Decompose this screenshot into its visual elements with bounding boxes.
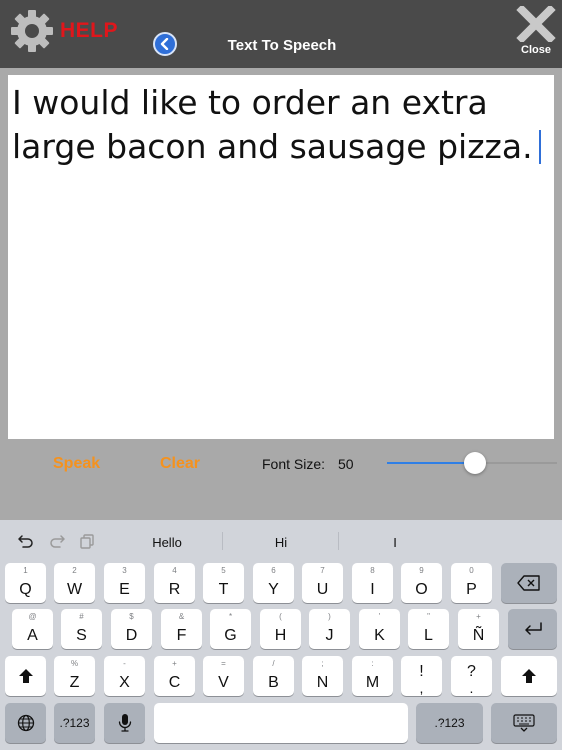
return-key[interactable] xyxy=(508,609,557,649)
app-header: HELP Text To Speech Close xyxy=(0,0,562,68)
key-d[interactable]: $ D xyxy=(111,609,152,649)
key-j[interactable]: ) J xyxy=(309,609,350,649)
suggestion-item[interactable]: Hi xyxy=(241,535,321,550)
key-o[interactable]: 9O xyxy=(401,563,442,603)
suggestion-item[interactable]: I xyxy=(355,535,435,550)
suggestion-divider xyxy=(222,532,223,550)
key-h[interactable]: (H xyxy=(260,609,301,649)
key-c[interactable]: + C xyxy=(154,656,195,696)
suggestion-divider xyxy=(338,532,339,550)
clear-button[interactable]: Clear xyxy=(160,455,200,473)
key-t[interactable]: 5T xyxy=(203,563,244,603)
key-z[interactable]: % Z xyxy=(54,656,95,696)
key-p[interactable]: 0P xyxy=(451,563,492,603)
redo-icon[interactable] xyxy=(48,532,66,550)
key-v[interactable]: = V xyxy=(203,656,244,696)
key-q[interactable]: 1Q xyxy=(5,563,46,603)
suggestion-bar: Hello Hi I xyxy=(0,520,562,560)
back-button[interactable] xyxy=(153,32,177,56)
backspace-icon xyxy=(501,563,557,603)
font-size-slider-track[interactable] xyxy=(475,462,557,464)
font-size-slider-thumb[interactable] xyxy=(464,452,487,474)
key-u[interactable]: 7U xyxy=(302,563,343,603)
text-editor[interactable]: I would like to order an extra large bac… xyxy=(8,75,554,439)
key-k[interactable]: ' K xyxy=(359,609,400,649)
shift-icon xyxy=(5,656,46,696)
key-m[interactable]: :M xyxy=(352,656,393,696)
key-n-tilde[interactable]: + Ñ xyxy=(458,609,499,649)
key-w[interactable]: 2W xyxy=(54,563,95,603)
close-button[interactable]: Close xyxy=(514,6,558,62)
page-title: Text To Speech xyxy=(227,37,337,54)
speak-button[interactable]: Speak xyxy=(53,455,100,473)
font-size-slider-filled[interactable] xyxy=(387,462,476,464)
key-y[interactable]: 6Y xyxy=(253,563,294,603)
globe-key[interactable] xyxy=(5,703,46,743)
shift-key-left[interactable] xyxy=(5,656,46,696)
hide-keyboard-key[interactable] xyxy=(491,703,557,743)
return-icon xyxy=(508,609,557,649)
x-icon xyxy=(516,6,556,42)
key-e[interactable]: 3E xyxy=(104,563,145,603)
keyboard-hide-icon xyxy=(491,703,557,743)
key-f[interactable]: & F xyxy=(161,609,202,649)
key-x[interactable]: -X xyxy=(104,656,145,696)
key-b[interactable]: / B xyxy=(253,656,294,696)
editor-text: I would like to order an extra large bac… xyxy=(12,83,533,166)
text-caret xyxy=(538,130,541,164)
on-screen-keyboard: Hello Hi I 1Q 2W 3E 4R 5T 6Y 7U 8I 9O 0P… xyxy=(0,520,562,750)
key-a[interactable]: @ A xyxy=(12,609,53,649)
suggestion-item[interactable]: Hello xyxy=(127,535,207,550)
shift-key-right[interactable] xyxy=(501,656,557,696)
close-label: Close xyxy=(521,44,551,56)
key-exclamation[interactable]: !, xyxy=(401,656,442,696)
space-bar[interactable] xyxy=(154,703,408,743)
key-n[interactable]: ; N xyxy=(302,656,343,696)
globe-icon xyxy=(5,703,46,743)
numbers-key-left[interactable]: .?123 xyxy=(54,703,95,743)
font-size-label: Font Size: xyxy=(262,456,326,472)
microphone-icon xyxy=(104,703,145,743)
delete-key[interactable] xyxy=(501,563,557,603)
paste-icon[interactable] xyxy=(78,532,96,550)
key-question[interactable]: ?. xyxy=(451,656,492,696)
controls-bar: Speak Clear Font Size: 50 xyxy=(0,440,562,520)
font-size-value: 50 xyxy=(338,456,354,472)
chevron-left-icon xyxy=(160,38,169,50)
dictation-key[interactable] xyxy=(104,703,145,743)
shift-icon xyxy=(501,656,557,696)
key-i[interactable]: 8I xyxy=(352,563,393,603)
undo-icon[interactable] xyxy=(17,532,35,550)
key-l[interactable]: " L xyxy=(408,609,449,649)
key-s[interactable]: # S xyxy=(61,609,102,649)
numbers-key-right[interactable]: .?123 xyxy=(416,703,483,743)
key-r[interactable]: 4R xyxy=(154,563,195,603)
key-g[interactable]: * G xyxy=(210,609,251,649)
